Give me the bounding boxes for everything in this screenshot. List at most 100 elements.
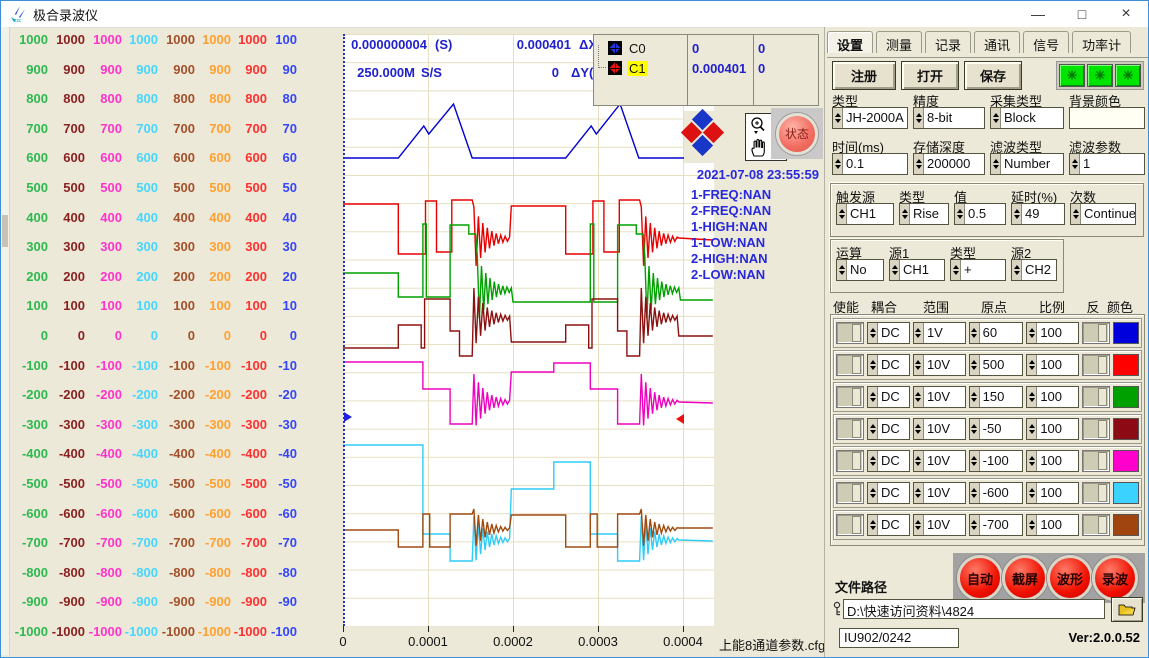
spin-down-icon[interactable] — [1029, 398, 1035, 405]
spin-up-icon[interactable] — [916, 110, 922, 117]
channel-3-range[interactable]: 10V — [913, 386, 966, 408]
channel-3-invert-toggle-thumb[interactable] — [1098, 388, 1107, 406]
channel-1-invert-toggle[interactable] — [1082, 322, 1110, 344]
cursor-icon-C1[interactable] — [608, 61, 622, 75]
tab-设置[interactable]: 设置 — [827, 31, 873, 53]
trig-source-select-value[interactable]: CH1 — [847, 204, 893, 224]
spin-down-icon[interactable] — [993, 165, 999, 172]
spin-up-icon[interactable] — [915, 389, 921, 396]
channel-5-scale[interactable]: 100 — [1026, 450, 1079, 472]
channel-7-range-spinner[interactable] — [914, 515, 924, 535]
channel-6-invert-toggle[interactable] — [1082, 482, 1110, 504]
tab-通讯[interactable]: 通讯 — [974, 31, 1020, 53]
spin-down-icon[interactable] — [1073, 215, 1079, 222]
spin-up-icon[interactable] — [870, 325, 876, 332]
channel-6-range-value[interactable]: 10V — [924, 483, 965, 503]
browse-folder-button[interactable] — [1111, 597, 1143, 622]
status-button[interactable]: 状态 — [776, 113, 818, 155]
spin-down-icon[interactable] — [870, 462, 876, 469]
channel-3-scale-value[interactable]: 100 — [1037, 387, 1078, 407]
trig-count-select[interactable]: Continue — [1070, 203, 1136, 225]
spin-up-icon[interactable] — [1073, 206, 1079, 213]
channel-1-scale-spinner[interactable] — [1027, 323, 1037, 343]
spin-down-icon[interactable] — [1029, 526, 1035, 533]
spin-up-icon[interactable] — [971, 453, 977, 460]
time-ms-select[interactable]: 0.1 — [832, 153, 908, 175]
channel-3-coupling[interactable]: DC — [867, 386, 910, 408]
channel-5-color-swatch[interactable] — [1113, 450, 1139, 472]
channel-6-enable-toggle[interactable] — [836, 482, 864, 504]
channel-5-origin-spinner[interactable] — [970, 451, 980, 471]
channel-2-coupling[interactable]: DC — [867, 354, 910, 376]
channel-4-coupling-value[interactable]: DC — [878, 419, 909, 439]
spin-up-icon[interactable] — [1029, 357, 1035, 364]
spin-down-icon[interactable] — [971, 430, 977, 437]
led-indicator-2[interactable] — [1087, 64, 1113, 87]
button-注册[interactable]: 注册 — [832, 61, 896, 90]
channel-7-origin[interactable]: -700 — [969, 514, 1024, 536]
spin-down-icon[interactable] — [870, 430, 876, 437]
spin-up-icon[interactable] — [870, 517, 876, 524]
channel-6-range[interactable]: 10V — [913, 482, 966, 504]
channel-4-invert-toggle[interactable] — [1082, 418, 1110, 440]
channel-1-color-swatch[interactable] — [1113, 322, 1139, 344]
spin-down-icon[interactable] — [915, 366, 921, 373]
filter-type-select-spinner[interactable] — [991, 154, 1001, 174]
channel-6-coupling[interactable]: DC — [867, 482, 910, 504]
spin-up-icon[interactable] — [1029, 421, 1035, 428]
spin-up-icon[interactable] — [971, 325, 977, 332]
spin-down-icon[interactable] — [835, 119, 841, 126]
channel-7-invert-toggle[interactable] — [1082, 514, 1110, 536]
channel-3-invert-toggle[interactable] — [1082, 386, 1110, 408]
minimize-button[interactable]: — — [1016, 1, 1060, 27]
trig-delay-select-spinner[interactable] — [1012, 204, 1022, 224]
channel-7-scale-spinner[interactable] — [1027, 515, 1037, 535]
spin-down-icon[interactable] — [971, 462, 977, 469]
spin-up-icon[interactable] — [971, 421, 977, 428]
spin-down-icon[interactable] — [971, 398, 977, 405]
trig-value-select-spinner[interactable] — [955, 204, 965, 224]
channel-3-enable-toggle-thumb[interactable] — [852, 388, 861, 406]
depth-select-spinner[interactable] — [914, 154, 924, 174]
channel-3-origin[interactable]: 150 — [969, 386, 1024, 408]
math-type-select-spinner[interactable] — [951, 260, 961, 280]
channel-6-scale-spinner[interactable] — [1027, 483, 1037, 503]
cursor-icon-C0[interactable] — [608, 41, 622, 55]
spin-up-icon[interactable] — [1029, 485, 1035, 492]
button-保存[interactable]: 保存 — [964, 61, 1022, 90]
spin-down-icon[interactable] — [870, 398, 876, 405]
channel-7-range-value[interactable]: 10V — [924, 515, 965, 535]
spin-up-icon[interactable] — [870, 453, 876, 460]
channel-7-range[interactable]: 10V — [913, 514, 966, 536]
channel-2-range-value[interactable]: 10V — [924, 355, 965, 375]
button-打开[interactable]: 打开 — [901, 61, 959, 90]
filter-param-select-spinner[interactable] — [1070, 154, 1080, 174]
precision-select[interactable]: 8-bit — [913, 107, 985, 129]
channel-1-enable-toggle-thumb[interactable] — [852, 324, 861, 342]
channel-5-range[interactable]: 10V — [913, 450, 966, 472]
close-button[interactable]: × — [1104, 1, 1148, 27]
channel-7-enable-toggle[interactable] — [836, 514, 864, 536]
channel-5-enable-toggle[interactable] — [836, 450, 864, 472]
spin-down-icon[interactable] — [839, 271, 845, 278]
spin-up-icon[interactable] — [1029, 325, 1035, 332]
spin-down-icon[interactable] — [902, 215, 908, 222]
spin-up-icon[interactable] — [915, 485, 921, 492]
spin-down-icon[interactable] — [1029, 334, 1035, 341]
channel-3-coupling-value[interactable]: DC — [878, 387, 909, 407]
channel-3-scale-spinner[interactable] — [1027, 387, 1037, 407]
math-type-select[interactable]: + — [950, 259, 1006, 281]
spin-down-icon[interactable] — [915, 494, 921, 501]
math-type-select-value[interactable]: + — [961, 260, 1005, 280]
spin-down-icon[interactable] — [870, 494, 876, 501]
tab-测量[interactable]: 测量 — [876, 31, 922, 53]
channel-7-enable-toggle-thumb[interactable] — [852, 516, 861, 534]
channel-6-coupling-spinner[interactable] — [868, 483, 878, 503]
channel-1-coupling[interactable]: DC — [867, 322, 910, 344]
spin-up-icon[interactable] — [870, 357, 876, 364]
left-scrollbar[interactable] — [1, 27, 10, 655]
channel-5-coupling[interactable]: DC — [867, 450, 910, 472]
channel-5-range-spinner[interactable] — [914, 451, 924, 471]
channel-5-enable-toggle-thumb[interactable] — [852, 452, 861, 470]
action-button-波形[interactable]: 波形 — [1047, 555, 1093, 601]
